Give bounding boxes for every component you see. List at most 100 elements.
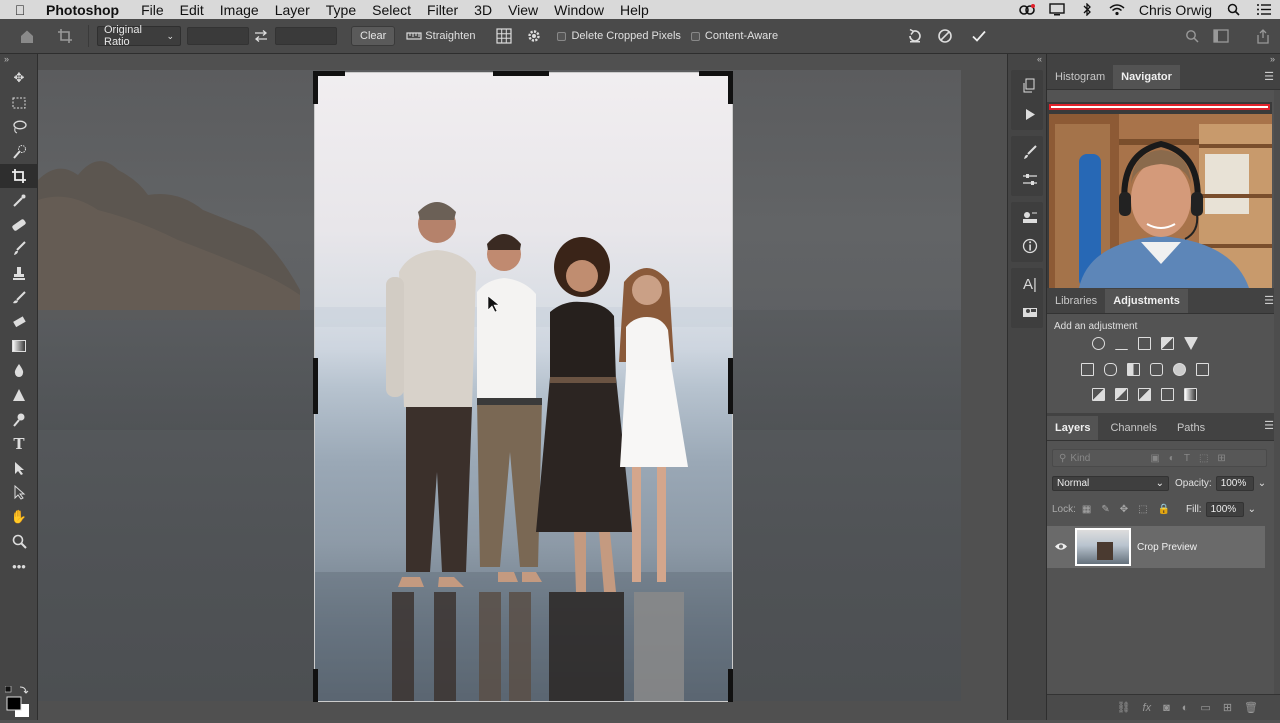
overlay-grid-icon[interactable] [489,21,519,51]
channel-mixer-icon[interactable] [1173,363,1186,376]
clone-source-icon[interactable] [1011,204,1049,232]
history-brush-tool-icon[interactable] [0,286,38,310]
reset-icon[interactable] [900,21,930,51]
layer-style-icon[interactable]: fx [1143,702,1152,714]
search-icon[interactable] [1177,21,1207,51]
threshold-icon[interactable] [1138,388,1151,401]
actions-play-icon[interactable] [1011,100,1049,128]
straighten-icon[interactable] [403,21,425,51]
crop-handle-top-center[interactable] [493,71,549,76]
display-icon[interactable] [1049,3,1065,16]
menu-help[interactable]: Help [612,2,657,18]
wifi-icon[interactable] [1109,3,1125,16]
marquee-tool-icon[interactable] [0,90,38,114]
move-tool-icon[interactable]: ✥ [0,66,38,90]
black-white-icon[interactable] [1127,363,1140,376]
levels-icon[interactable] [1115,337,1128,350]
crop-handle-left-middle[interactable] [313,358,318,414]
invert-icon[interactable] [1092,388,1105,401]
new-group-icon[interactable]: ▭ [1200,701,1210,714]
crop-width-field[interactable] [187,27,249,45]
eraser-tool-icon[interactable] [0,310,38,334]
crop-handle-right-middle[interactable] [728,358,733,414]
hand-tool-icon[interactable]: ✋ [0,505,38,529]
brush-settings-icon[interactable] [1011,138,1049,166]
layer-name[interactable]: Crop Preview [1137,542,1197,553]
crop-height-field[interactable] [275,27,337,45]
menu-type[interactable]: Type [318,2,364,18]
quick-selection-tool-icon[interactable] [0,139,38,163]
document-canvas[interactable] [38,54,1007,720]
curves-icon[interactable] [1138,337,1151,350]
crop-handle-bottom-left[interactable] [313,669,318,702]
color-swatches[interactable] [4,685,33,723]
layer-filter-type-icons[interactable]: ▣◐T⬚⊞ [1150,453,1234,464]
notification-center-icon[interactable] [1256,3,1272,16]
fill-input[interactable]: 100% [1205,502,1244,517]
tab-navigator[interactable]: Navigator [1113,65,1180,89]
history-panel-icon[interactable] [1011,72,1049,100]
add-mask-icon[interactable]: ◙ [1163,702,1170,714]
brush-tool-icon[interactable] [0,237,38,261]
clone-stamp-tool-icon[interactable] [0,261,38,285]
tab-libraries[interactable]: Libraries [1047,289,1105,313]
workspace-icon[interactable] [1206,21,1236,51]
tab-paths[interactable]: Paths [1169,416,1213,440]
menu-file[interactable]: File [133,2,172,18]
menu-select[interactable]: Select [364,2,419,18]
crop-tool-icon[interactable] [0,163,38,188]
menu-view[interactable]: View [500,2,546,18]
hue-saturation-icon[interactable] [1081,363,1094,376]
more-tools-icon[interactable]: ••• [0,554,38,578]
home-icon[interactable] [12,21,42,51]
settings-gear-icon[interactable] [519,21,549,51]
clear-button[interactable]: Clear [351,26,396,46]
eyedropper-tool-icon[interactable] [0,188,38,212]
panel-menu-icon[interactable]: ☰ [1264,419,1274,432]
posterize-icon[interactable] [1115,388,1128,401]
gradient-map-icon[interactable] [1184,388,1197,401]
zoom-tool-icon[interactable] [0,529,38,553]
link-layers-icon[interactable]: ⛓ [1117,701,1131,714]
new-layer-icon[interactable]: ⊞ [1223,701,1232,714]
delete-layer-icon[interactable]: 🗑 [1244,701,1258,714]
user-name[interactable]: Chris Orwig [1139,2,1212,18]
menu-3d[interactable]: 3D [466,2,500,18]
crop-handle-top-left-v[interactable] [313,71,318,104]
vibrance-icon[interactable] [1184,337,1198,350]
character-panel-icon[interactable]: A| [1011,270,1049,298]
panel-menu-icon[interactable]: ☰ [1264,70,1274,83]
panel-menu-icon[interactable]: ☰ [1264,294,1274,307]
creative-cloud-icon[interactable] [1019,3,1035,16]
delete-cropped-pixels-checkbox[interactable]: Delete Cropped Pixels [557,30,681,42]
lock-option-icons[interactable]: ▦✎✥⬚🔒 [1082,504,1180,515]
menu-filter[interactable]: Filter [419,2,466,18]
menu-app-name[interactable]: Photoshop [40,2,133,18]
menu-edit[interactable]: Edit [172,2,212,18]
chevron-down-icon[interactable]: ⌄ [1248,504,1256,515]
crop-tool-preset-icon[interactable] [50,21,80,51]
menu-image[interactable]: Image [212,2,267,18]
tab-channels[interactable]: Channels [1098,416,1168,440]
selective-color-icon[interactable] [1161,388,1174,401]
collapse-arrows-icon[interactable]: » [1047,54,1280,64]
dodge-tool-icon[interactable] [0,383,38,407]
visibility-eye-icon[interactable] [1047,538,1075,556]
photo-filter-icon[interactable] [1150,363,1163,376]
search-icon[interactable] [1226,3,1242,16]
brightness-contrast-icon[interactable] [1092,337,1105,350]
swap-dimensions-icon[interactable] [249,21,273,51]
ratio-select[interactable]: Original Ratio ⌄ [97,24,181,48]
tab-layers[interactable]: Layers [1047,416,1099,440]
layer-row-crop-preview[interactable]: Crop Preview [1047,526,1265,568]
straighten-label[interactable]: Straighten [425,30,475,42]
gradient-tool-icon[interactable] [0,334,38,358]
layer-filter-bar[interactable]: ⚲ Kind ▣◐T⬚⊞ [1052,449,1267,467]
chevron-down-icon[interactable]: ⌄ [1258,478,1266,489]
path-selection-tool-icon[interactable] [0,456,38,480]
tab-histogram[interactable]: Histogram [1047,65,1113,89]
collapse-arrows-icon[interactable]: » [0,54,37,66]
menu-layer[interactable]: Layer [267,2,318,18]
menu-window[interactable]: Window [546,2,612,18]
direct-selection-tool-icon[interactable] [0,481,38,505]
